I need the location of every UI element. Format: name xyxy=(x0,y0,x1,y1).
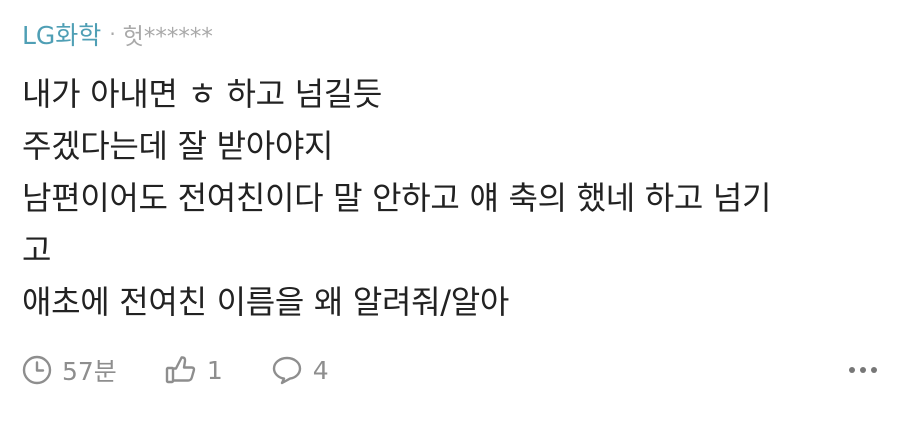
clock-icon xyxy=(22,355,52,385)
comment-line: 남편이어도 전여친이다 말 안하고 얘 축의 했네 하고 넘기 xyxy=(22,179,772,217)
comment-line: 애초에 전여친 이름을 왜 알려줘/알아 xyxy=(22,283,510,321)
more-horizontal-icon xyxy=(849,367,877,373)
separator-dot: · xyxy=(109,22,116,46)
reply-count: 4 xyxy=(312,355,329,385)
timestamp: 57분 xyxy=(22,352,117,388)
comment-body: 내가 아내면 ㅎ 하고 넘길듯 주겠다는데 잘 받아야지 남편이어도 전여친이다… xyxy=(22,68,892,328)
company-name[interactable]: LG화학 xyxy=(22,16,101,52)
thumbs-up-icon xyxy=(165,356,195,384)
comment-footer: 57분 1 4 xyxy=(22,350,377,390)
author-name[interactable]: 헛****** xyxy=(123,17,213,51)
timestamp-text: 57분 xyxy=(62,357,117,386)
comment-header: LG화학 · 헛****** xyxy=(22,14,213,54)
comment-line: 주겠다는데 잘 받아야지 xyxy=(22,127,334,165)
like-button[interactable]: 1 xyxy=(165,355,223,385)
more-options-button[interactable] xyxy=(848,360,878,380)
comment-line: 고 xyxy=(22,231,52,269)
reply-button[interactable]: 4 xyxy=(271,355,329,385)
comment-line: 내가 아내면 ㅎ 하고 넘길듯 xyxy=(22,75,383,113)
speech-bubble-icon xyxy=(272,356,301,385)
like-count: 1 xyxy=(206,355,223,385)
